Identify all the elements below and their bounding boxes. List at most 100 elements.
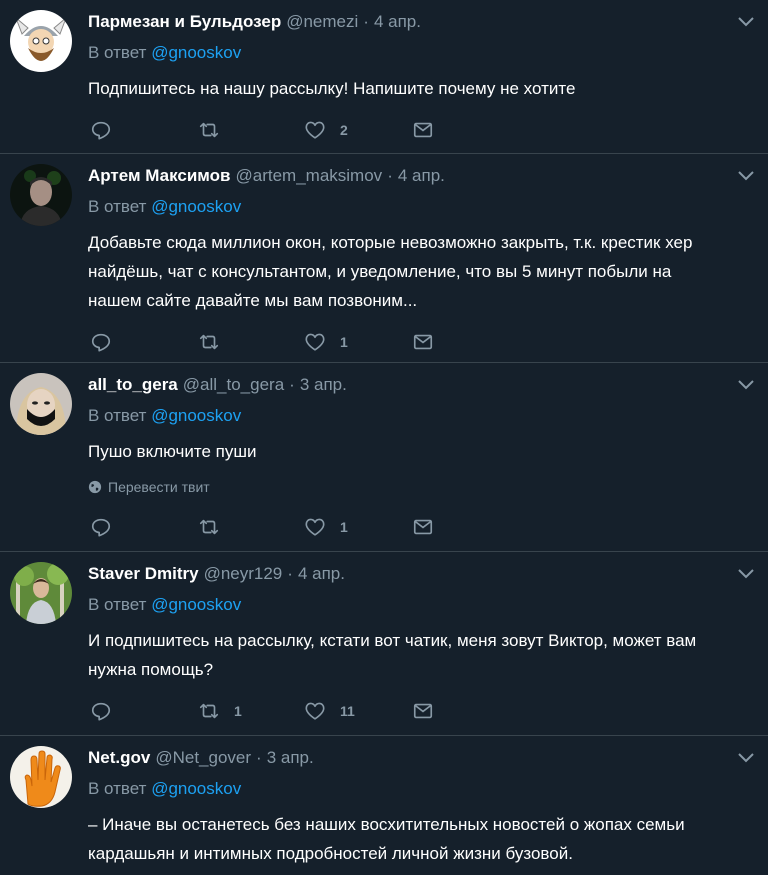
tweet-date[interactable]: 3 апр. <box>300 375 347 395</box>
reply-button[interactable] <box>90 331 112 353</box>
retweet-icon <box>199 122 219 138</box>
avatar[interactable] <box>10 373 72 435</box>
tweet-text-line: нашем сайте давайте мы вам позвоним... <box>88 291 418 310</box>
tweet-date[interactable]: 4 апр. <box>374 12 421 32</box>
like-button[interactable]: 1 <box>304 331 348 353</box>
chevron-down-icon[interactable] <box>736 14 756 28</box>
like-button[interactable]: 2 <box>304 119 348 141</box>
tweet-actions: 1 <box>88 508 748 554</box>
heart-icon <box>305 121 325 139</box>
separator-dot: · <box>289 375 295 394</box>
heart-icon <box>305 702 325 720</box>
avatar[interactable] <box>10 562 72 624</box>
author-name[interactable]: all_to_gera <box>88 375 178 395</box>
direct-message-button[interactable] <box>412 331 434 353</box>
reply-to-link[interactable]: @gnooskov <box>151 595 241 614</box>
tweet-text-line: нужна помощь? <box>88 660 214 679</box>
direct-message-button[interactable] <box>412 516 434 538</box>
tweet[interactable]: Staver Dmitry @neyr129 · 4 апр. В ответ … <box>0 552 768 736</box>
chevron-down-icon[interactable] <box>736 750 756 764</box>
translate-label: Перевести твит <box>108 479 210 495</box>
envelope-icon <box>413 519 433 535</box>
tweet-header: Пармезан и Бульдозер @nemezi · 4 апр. <box>88 8 748 36</box>
author-handle[interactable]: @artem_maksimov <box>236 166 383 186</box>
chevron-down-icon[interactable] <box>736 377 756 391</box>
like-button[interactable]: 11 <box>304 700 355 722</box>
tweet[interactable]: Артем Максимов @artem_maksimov · 4 апр. … <box>0 154 768 363</box>
chevron-down-icon[interactable] <box>736 566 756 580</box>
reply-button[interactable] <box>90 700 112 722</box>
chevron-down-icon[interactable] <box>736 168 756 182</box>
tweet-date[interactable]: 4 апр. <box>298 564 345 584</box>
reply-to-link[interactable]: @gnooskov <box>151 779 241 798</box>
retweet-button[interactable] <box>198 119 220 141</box>
tweet-actions: 1 11 <box>88 692 748 738</box>
separator-dot: · <box>256 748 262 767</box>
tweet-text: Пушо включите пуши <box>88 437 748 466</box>
tweet-header: all_to_gera @all_to_gera · 3 апр. <box>88 371 748 399</box>
direct-message-button[interactable] <box>412 119 434 141</box>
masked-person-avatar <box>10 373 72 435</box>
heart-icon <box>305 518 325 536</box>
author-name[interactable]: Staver Dmitry <box>88 564 199 584</box>
author-handle[interactable]: @all_to_gera <box>183 375 284 395</box>
person-forest-avatar <box>10 562 72 624</box>
reply-to-line: В ответ @gnooskov <box>88 588 748 622</box>
heart-icon <box>305 333 325 351</box>
reply-icon <box>91 702 111 721</box>
author-name[interactable]: Артем Максимов <box>88 166 231 186</box>
tweet[interactable]: all_to_gera @all_to_gera · 3 апр. В отве… <box>0 363 768 552</box>
tweet-text-line: И подпишитесь на рассылку, кстати вот ча… <box>88 631 697 650</box>
tweet-text-line: кардашьян и интимных подробностей личной… <box>88 844 573 863</box>
separator-dot: · <box>287 564 293 583</box>
reply-to-line: В ответ @gnooskov <box>88 772 748 806</box>
tweet-actions: 2 <box>88 111 748 157</box>
tweet-header: Артем Максимов @artem_maksimov · 4 апр. <box>88 162 748 190</box>
reply-button[interactable] <box>90 516 112 538</box>
direct-message-button[interactable] <box>412 700 434 722</box>
like-button[interactable]: 1 <box>304 516 348 538</box>
reply-to-link[interactable]: @gnooskov <box>151 197 241 216</box>
tweet-text-line: – Иначе вы останетесь без наших восхитит… <box>88 815 685 834</box>
avatar[interactable] <box>10 164 72 226</box>
tweet-text-line: Пушо включите пуши <box>88 442 257 461</box>
tweet[interactable]: Пармезан и Бульдозер @nemezi · 4 апр. В … <box>0 0 768 154</box>
tweet-text-line: Добавьте сюда миллион окон, которые нево… <box>88 233 693 252</box>
tweet-text: Подпишитесь на нашу рассылку! Напишите п… <box>88 74 748 103</box>
separator-dot: · <box>363 12 369 31</box>
reply-to-prefix: В ответ <box>88 595 147 614</box>
retweet-button[interactable]: 1 <box>198 700 242 722</box>
reply-button[interactable] <box>90 119 112 141</box>
tweet-text: – Иначе вы останетесь без наших восхитит… <box>88 810 748 868</box>
author-handle[interactable]: @neyr129 <box>204 564 283 584</box>
globe-icon <box>88 480 102 494</box>
tweet[interactable]: Net.gov @Net_gover · 3 апр. В ответ @gno… <box>0 736 768 875</box>
translate-tweet-link[interactable]: Перевести твит <box>88 474 748 500</box>
retweet-button[interactable] <box>198 516 220 538</box>
retweet-icon <box>199 519 219 535</box>
reply-icon <box>91 121 111 140</box>
reply-to-link[interactable]: @gnooskov <box>151 406 241 425</box>
author-name[interactable]: Net.gov <box>88 748 150 768</box>
reply-to-link[interactable]: @gnooskov <box>151 43 241 62</box>
tweet-date[interactable]: 3 апр. <box>267 748 314 768</box>
like-count: 1 <box>340 519 348 535</box>
reply-to-prefix: В ответ <box>88 43 147 62</box>
person-night-avatar <box>10 164 72 226</box>
separator-dot: · <box>387 166 393 185</box>
retweet-button[interactable] <box>198 331 220 353</box>
tweet-header: Staver Dmitry @neyr129 · 4 апр. <box>88 560 748 588</box>
author-handle[interactable]: @Net_gover <box>155 748 251 768</box>
reply-to-prefix: В ответ <box>88 779 147 798</box>
tweet-date[interactable]: 4 апр. <box>398 166 445 186</box>
avatar[interactable] <box>10 10 72 72</box>
author-name[interactable]: Пармезан и Бульдозер <box>88 12 281 32</box>
author-handle[interactable]: @nemezi <box>286 12 358 32</box>
cartoon-viking-avatar <box>10 10 72 72</box>
reply-to-line: В ответ @gnooskov <box>88 399 748 433</box>
avatar[interactable] <box>10 746 72 808</box>
reply-to-line: В ответ @gnooskov <box>88 190 748 224</box>
orange-hand-avatar <box>10 746 72 808</box>
tweet-text-line: Подпишитесь на нашу рассылку! Напишите п… <box>88 79 576 98</box>
envelope-icon <box>413 334 433 350</box>
